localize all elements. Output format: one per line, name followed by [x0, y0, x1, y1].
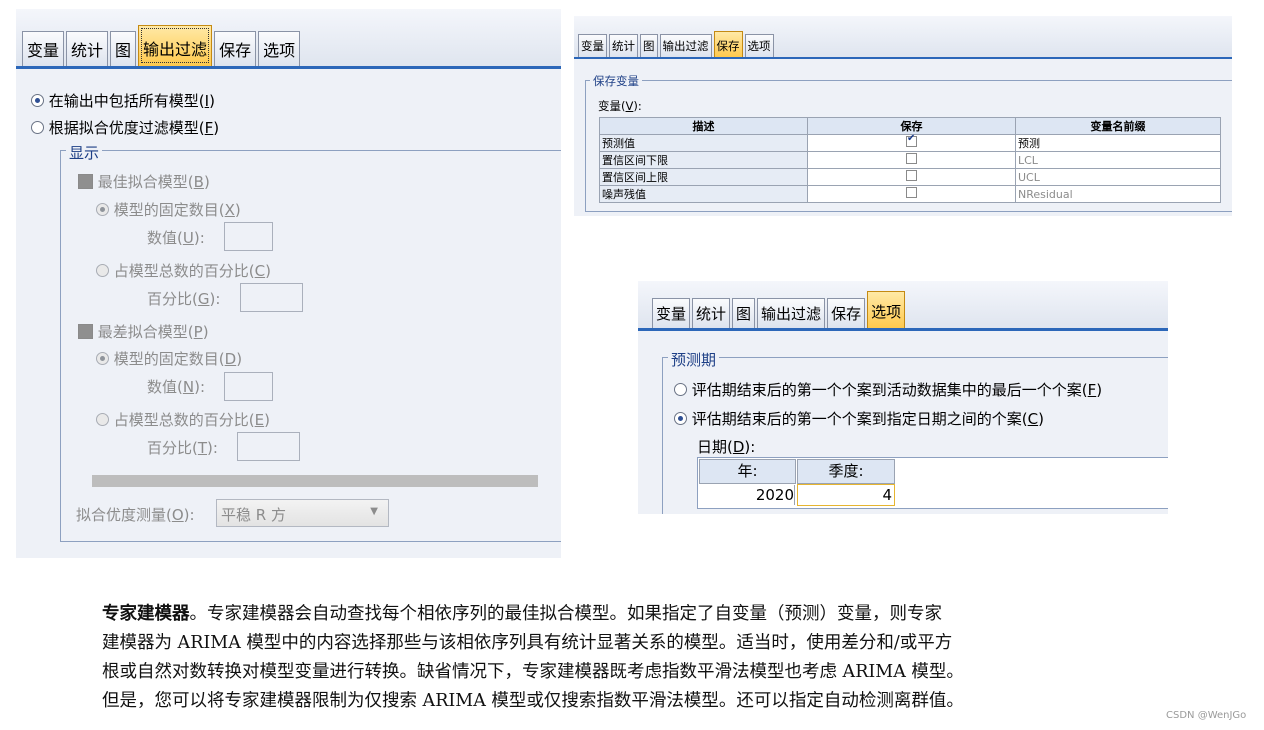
tab-statistics[interactable]: 统计 [66, 31, 109, 66]
tab-variables[interactable]: 变量 [22, 31, 65, 66]
table-row: 预测值 预测 [599, 133, 1221, 152]
row-prefix[interactable]: 预测 [1015, 134, 1221, 152]
radio-icon [674, 412, 687, 425]
tab-variables[interactable]: 变量 [578, 34, 607, 57]
save-variables-table: 描述 保存 变量名前缀 预测值 预测 置信区间下限 LCL 置信区间上限 UCL… [599, 117, 1221, 203]
tab-statistics[interactable]: 统计 [609, 34, 638, 57]
date-grid: 年: 季度: 2020 4 [697, 457, 1168, 509]
radio-percent-best[interactable]: 占模型总数的百分比(C) [96, 260, 271, 281]
worst-fit-checkbox[interactable]: 最差拟合模型(P) [78, 321, 209, 342]
row-description: 预测值 [599, 134, 808, 152]
tab-output-filter[interactable]: 输出过滤 [757, 298, 826, 328]
output-filter-panel: 变量 统计 图 输出过滤 保存 选项 在输出中包括所有模型(I) 根据拟合优度过… [16, 9, 561, 558]
row-description: 置信区间上限 [599, 168, 808, 186]
paragraph-line: 建模器为 ARIMA 模型中的内容选择那些与该相依序列具有统计显著关系的模型。适… [102, 633, 953, 653]
tab-output-filter[interactable]: 输出过滤 [138, 25, 213, 66]
table-row: 置信区间上限 UCL [599, 168, 1221, 186]
table-row: 置信区间下限 LCL [599, 151, 1221, 169]
tab-bar: 变量 统计 图 输出过滤 保存 选项 [638, 281, 1168, 328]
value-label-worst: 数值(N): [147, 378, 205, 396]
watermark: CSDN @WenJGo [1166, 710, 1247, 721]
options-panel: 变量 统计 图 输出过滤 保存 选项 预测期 评估期结束后的第一个个案到活动数据… [638, 281, 1168, 514]
description-paragraph: 专家建模器。专家建模器会自动查找每个相依序列的最佳拟合模型。如果指定了自变量（预… [102, 600, 1122, 716]
variables-label: 变量(V): [598, 99, 642, 113]
tab-options[interactable]: 选项 [867, 291, 906, 328]
row-description: 噪声残值 [599, 185, 808, 203]
checkbox-icon[interactable] [906, 133, 917, 147]
goodness-select[interactable]: 平稳 R 方 ▼ [216, 499, 389, 527]
checkbox-icon[interactable] [906, 170, 917, 181]
percent-input-worst[interactable] [237, 432, 300, 461]
goodness-label: 拟合优度测量(O): [76, 506, 195, 524]
value-label-best: 数值(U): [147, 229, 205, 247]
paragraph-title: 专家建模器 [102, 604, 190, 624]
radio-percent-worst[interactable]: 占模型总数的百分比(E) [96, 409, 270, 430]
paragraph-line: 专家建模器。专家建模器会自动查找每个相依序列的最佳拟合模型。如果指定了自变量（预… [102, 604, 942, 624]
tab-save[interactable]: 保存 [827, 298, 866, 328]
radio-icon [96, 352, 109, 365]
save-checkbox-cell[interactable] [807, 151, 1016, 169]
date-label: 日期(D): [697, 438, 756, 456]
chevron-down-icon: ▼ [370, 506, 378, 517]
paragraph-line: 但是，您可以将专家建模器限制为仅搜索 ARIMA 模型或仅搜索指数平滑法模型。还… [102, 691, 964, 711]
checkbox-icon [78, 174, 93, 189]
radio-fixed-count-best[interactable]: 模型的固定数目(X) [96, 199, 241, 220]
row-prefix[interactable]: LCL [1015, 151, 1221, 169]
table-row: 噪声残值 NResidual [599, 185, 1221, 203]
tab-save[interactable]: 保存 [214, 31, 257, 66]
tab-variables[interactable]: 变量 [652, 298, 691, 328]
percent-input-best[interactable] [240, 283, 303, 312]
col-year-header: 年: [699, 459, 796, 484]
tab-plots[interactable]: 图 [110, 31, 137, 66]
tab-save[interactable]: 保存 [713, 31, 743, 57]
quarter-input[interactable]: 4 [797, 484, 895, 506]
percent-label-best: 百分比(G): [147, 290, 221, 308]
value-input-worst[interactable] [224, 372, 273, 401]
radio-icon [31, 94, 44, 107]
tab-plots[interactable]: 图 [732, 298, 756, 328]
tab-bar: 变量 统计 图 输出过滤 保存 选项 [16, 9, 561, 66]
save-checkbox-cell[interactable] [807, 133, 1016, 152]
tab-options[interactable]: 选项 [258, 31, 301, 66]
tab-output-filter[interactable]: 输出过滤 [659, 34, 712, 57]
radio-icon [96, 203, 109, 216]
display-legend: 显示 [66, 142, 103, 163]
slider-bar[interactable] [92, 475, 538, 487]
radio-to-date[interactable]: 评估期结束后的第一个个案到指定日期之间的个案(C) [674, 408, 1044, 429]
best-fit-checkbox[interactable]: 最佳拟合模型(B) [78, 171, 210, 192]
year-input[interactable]: 2020 [699, 485, 795, 505]
checkbox-icon [78, 324, 93, 339]
radio-to-last-case[interactable]: 评估期结束后的第一个个案到活动数据集中的最后一个个案(F) [674, 379, 1102, 400]
radio-include-all[interactable]: 在输出中包括所有模型(I) [31, 90, 215, 111]
col-quarter-header: 季度: [797, 459, 895, 484]
checkbox-icon[interactable] [906, 187, 917, 198]
tab-options[interactable]: 选项 [744, 34, 774, 57]
save-panel: 变量 统计 图 输出过滤 保存 选项 保存变量 变量(V): 描述 保存 变量名… [574, 16, 1232, 216]
col-prefix: 变量名前缀 [1015, 117, 1221, 135]
save-variables-legend: 保存变量 [590, 73, 642, 89]
col-description: 描述 [599, 117, 808, 135]
tab-plots[interactable]: 图 [640, 34, 658, 57]
col-save: 保存 [807, 117, 1016, 135]
radio-icon [96, 264, 109, 277]
percent-label-worst: 百分比(T): [147, 439, 218, 457]
radio-icon [96, 413, 109, 426]
save-checkbox-cell[interactable] [807, 168, 1016, 186]
row-prefix[interactable]: UCL [1015, 168, 1221, 186]
radio-filter-by-fit[interactable]: 根据拟合优度过滤模型(F) [31, 117, 219, 138]
table-header-row: 描述 保存 变量名前缀 [599, 117, 1221, 135]
paragraph-line: 根或自然对数转换对模型变量进行转换。缺省情况下，专家建模器既考虑指数平滑法模型也… [102, 662, 964, 682]
row-prefix[interactable]: NResidual [1015, 185, 1221, 203]
radio-icon [674, 383, 687, 396]
row-description: 置信区间下限 [599, 151, 808, 169]
tab-bar: 变量 统计 图 输出过滤 保存 选项 [574, 16, 1232, 57]
forecast-period-legend: 预测期 [668, 349, 720, 370]
value-input-best[interactable] [224, 222, 273, 251]
tab-statistics[interactable]: 统计 [692, 298, 731, 328]
radio-icon [31, 121, 44, 134]
checkbox-icon[interactable] [906, 153, 917, 164]
save-checkbox-cell[interactable] [807, 185, 1016, 203]
radio-fixed-count-worst[interactable]: 模型的固定数目(D) [96, 348, 242, 369]
